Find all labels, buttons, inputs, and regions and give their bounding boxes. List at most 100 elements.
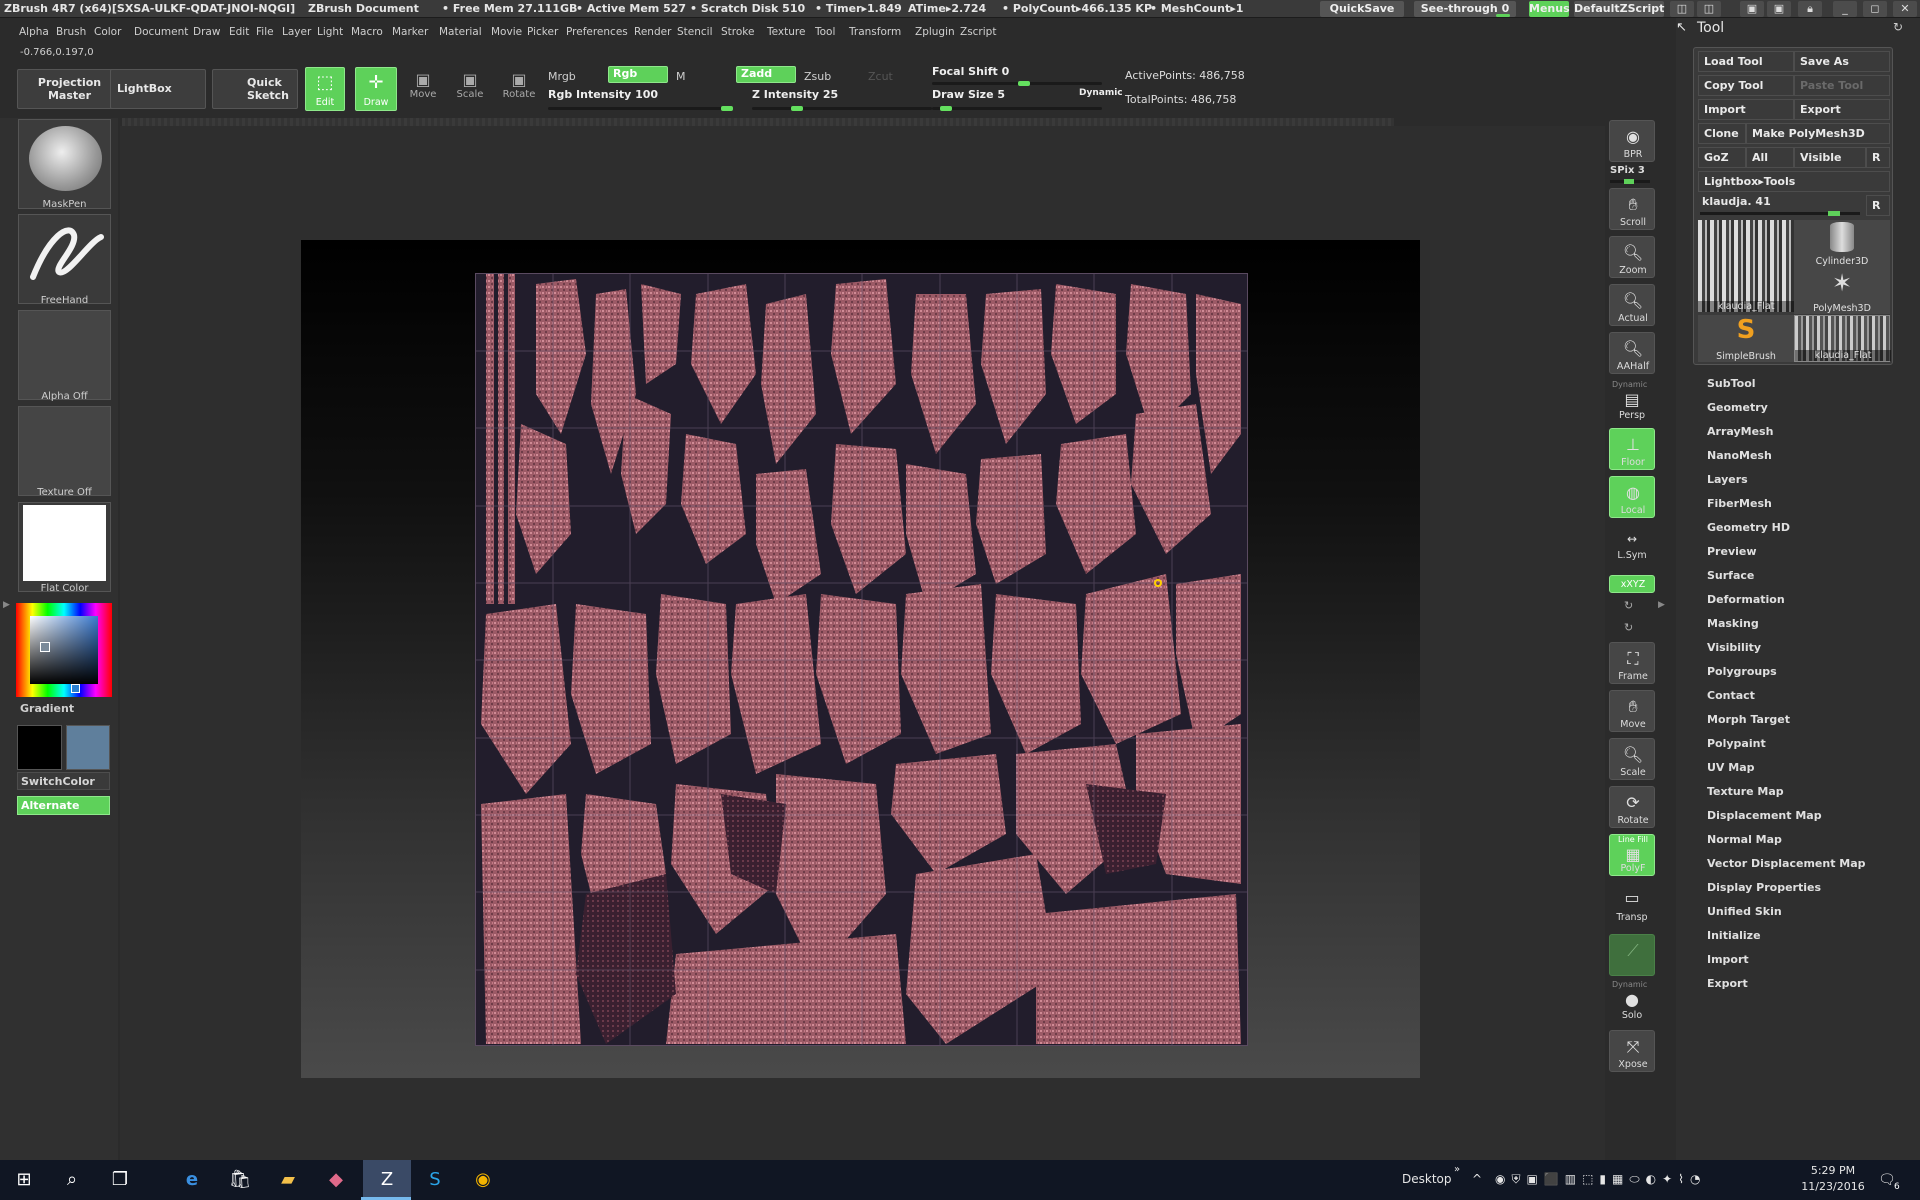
default-zscript-button[interactable]: DefaultZScript xyxy=(1574,1,1664,17)
scale-button[interactable]: ▣ Scale xyxy=(452,70,488,100)
menu-stroke[interactable]: Stroke xyxy=(721,26,754,38)
z-intensity-slider[interactable] xyxy=(752,106,932,111)
section-visibility[interactable]: Visibility xyxy=(1707,641,1761,654)
lightbox-tools-button[interactable]: Lightbox▸Tools xyxy=(1698,171,1890,192)
clock-time[interactable]: 5:29 PM xyxy=(1798,1164,1868,1177)
export-button[interactable]: Export xyxy=(1794,99,1890,120)
menu-marker[interactable]: Marker xyxy=(392,26,428,38)
edge-icon[interactable]: e xyxy=(168,1160,216,1200)
tray-up-icon[interactable]: ^ xyxy=(1472,1172,1482,1186)
local-button[interactable]: ◍ Local xyxy=(1609,476,1655,518)
start-icon[interactable]: ⊞ xyxy=(0,1160,48,1200)
store-icon[interactable]: 🛍︎ xyxy=(216,1160,264,1200)
make-polymesh-button[interactable]: Make PolyMesh3D xyxy=(1746,123,1890,144)
menu-color[interactable]: Color xyxy=(94,26,121,38)
goz-all-button[interactable]: All xyxy=(1746,147,1794,168)
section-displacement-map[interactable]: Displacement Map xyxy=(1707,809,1822,822)
zsub-toggle[interactable]: Zsub xyxy=(804,70,831,83)
edit-button[interactable]: ⬚ Edit xyxy=(305,67,345,111)
draw-button[interactable]: ✛ Draw xyxy=(355,67,397,111)
file-explorer-icon[interactable]: ▰ xyxy=(264,1160,312,1200)
move-button[interactable]: ▣ Move xyxy=(405,70,441,100)
task-view-icon[interactable]: ❐ xyxy=(96,1160,144,1200)
zbrush-taskbar-icon[interactable]: Z xyxy=(363,1160,411,1200)
menu-material[interactable]: Material xyxy=(439,26,482,38)
section-polygroups[interactable]: Polygroups xyxy=(1707,665,1777,678)
clone-button[interactable]: Clone xyxy=(1698,123,1746,144)
alpha-thumbnail[interactable] xyxy=(18,310,111,400)
section-display-properties[interactable]: Display Properties xyxy=(1707,881,1821,894)
menu-tool[interactable]: Tool xyxy=(815,26,835,38)
menu-light[interactable]: Light xyxy=(317,26,343,38)
menu-stencil[interactable]: Stencil xyxy=(677,26,713,38)
menu-picker[interactable]: Picker xyxy=(527,26,558,38)
rotate-button[interactable]: ▣ Rotate xyxy=(501,70,537,100)
menu-brush[interactable]: Brush xyxy=(56,26,86,38)
primary-color-swatch[interactable] xyxy=(17,725,62,770)
current-tool-track[interactable] xyxy=(1700,211,1860,216)
rotate-view-button[interactable]: ⟳ Rotate xyxy=(1609,786,1655,828)
xpose-button[interactable]: ⤧ Xpose xyxy=(1609,1030,1655,1072)
section-polypaint[interactable]: Polypaint xyxy=(1707,737,1766,750)
scroll-button[interactable]: ✋︎ Scroll xyxy=(1609,188,1655,230)
move-view-button[interactable]: ✋︎ Move xyxy=(1609,690,1655,732)
color-picker[interactable] xyxy=(16,603,112,697)
aahalf-button[interactable]: 🔍︎ AAHalf xyxy=(1609,332,1655,374)
right-tray-arrow-icon[interactable]: ▶ xyxy=(1658,600,1665,610)
spix-label[interactable]: SPix 3 xyxy=(1610,165,1645,176)
rgb-toggle[interactable]: Rgb xyxy=(608,66,668,83)
polyf-button[interactable]: Line Fill ▦ PolyF xyxy=(1609,834,1655,876)
section-unified-skin[interactable]: Unified Skin xyxy=(1707,905,1782,918)
menu-texture[interactable]: Texture xyxy=(767,26,805,38)
solo-button[interactable]: ● Solo xyxy=(1609,988,1655,1022)
section-initialize[interactable]: Initialize xyxy=(1707,929,1761,942)
alternate-toggle[interactable]: Alternate xyxy=(17,796,110,815)
rotate-y-icon[interactable]: ↻ xyxy=(1624,599,1633,612)
spix-slider[interactable] xyxy=(1610,179,1650,184)
section-nanomesh[interactable]: NanoMesh xyxy=(1707,449,1772,462)
section-subtool[interactable]: SubTool xyxy=(1707,377,1756,390)
draw-size-slider[interactable] xyxy=(932,106,1102,111)
uv-mesh[interactable] xyxy=(475,273,1248,1046)
rotate-z-icon[interactable]: ↻ xyxy=(1624,621,1633,634)
menu-draw[interactable]: Draw xyxy=(193,26,220,38)
gradient-label[interactable]: Gradient xyxy=(20,702,74,715)
lightbox-button[interactable]: LightBox xyxy=(110,69,206,109)
projection-master-button[interactable]: Projection Master xyxy=(17,69,122,109)
layout-icon-3[interactable]: ▣ xyxy=(1740,1,1764,17)
mrgb-toggle[interactable]: Mrgb xyxy=(548,70,576,83)
material-thumbnail[interactable] xyxy=(18,502,111,592)
goz-r-button[interactable]: R xyxy=(1866,147,1890,168)
goz-visible-button[interactable]: Visible xyxy=(1794,147,1866,168)
tool-thumb-polymesh3d[interactable]: ✶ PolyMesh3D xyxy=(1794,267,1890,314)
menu-macro[interactable]: Macro xyxy=(351,26,383,38)
copy-tool-button[interactable]: Copy Tool xyxy=(1698,75,1794,96)
desktop-chevron-icon[interactable]: » xyxy=(1454,1164,1460,1175)
section-texture-map[interactable]: Texture Map xyxy=(1707,785,1784,798)
import-button[interactable]: Import xyxy=(1698,99,1794,120)
zcut-toggle[interactable]: Zcut xyxy=(868,70,893,83)
chrome-icon[interactable]: ◉ xyxy=(459,1160,507,1200)
tool-r-button[interactable]: R xyxy=(1866,195,1890,216)
m-toggle[interactable]: M xyxy=(676,70,686,83)
close-icon[interactable]: ✕ xyxy=(1893,1,1917,17)
transp-button[interactable]: ▭ Transp xyxy=(1609,882,1655,924)
rgb-intensity-slider[interactable] xyxy=(548,106,733,111)
menu-document[interactable]: Document xyxy=(134,26,188,38)
tool-thumb-cylinder3d[interactable]: Cylinder3D xyxy=(1794,220,1890,267)
lock-icon[interactable]: 🔒︎ xyxy=(1798,1,1822,17)
tool-panel-title[interactable]: Tool xyxy=(1697,20,1724,36)
menu-edit[interactable]: Edit xyxy=(229,26,249,38)
brush-thumbnail[interactable] xyxy=(18,119,111,209)
paste-tool-button[interactable]: Paste Tool xyxy=(1794,75,1890,96)
section-deformation[interactable]: Deformation xyxy=(1707,593,1785,606)
floor-button[interactable]: ⊥ Floor xyxy=(1609,428,1655,470)
menu-movie[interactable]: Movie xyxy=(491,26,522,38)
menu-file[interactable]: File xyxy=(256,26,274,38)
skype-icon[interactable]: S xyxy=(411,1160,459,1200)
menu-zplugin[interactable]: Zplugin xyxy=(915,26,955,38)
section-uv-map[interactable]: UV Map xyxy=(1707,761,1755,774)
layout-icon-4[interactable]: ▣ xyxy=(1767,1,1791,17)
menu-layer[interactable]: Layer xyxy=(282,26,311,38)
persp-button[interactable]: ▤ Persp xyxy=(1609,388,1655,422)
